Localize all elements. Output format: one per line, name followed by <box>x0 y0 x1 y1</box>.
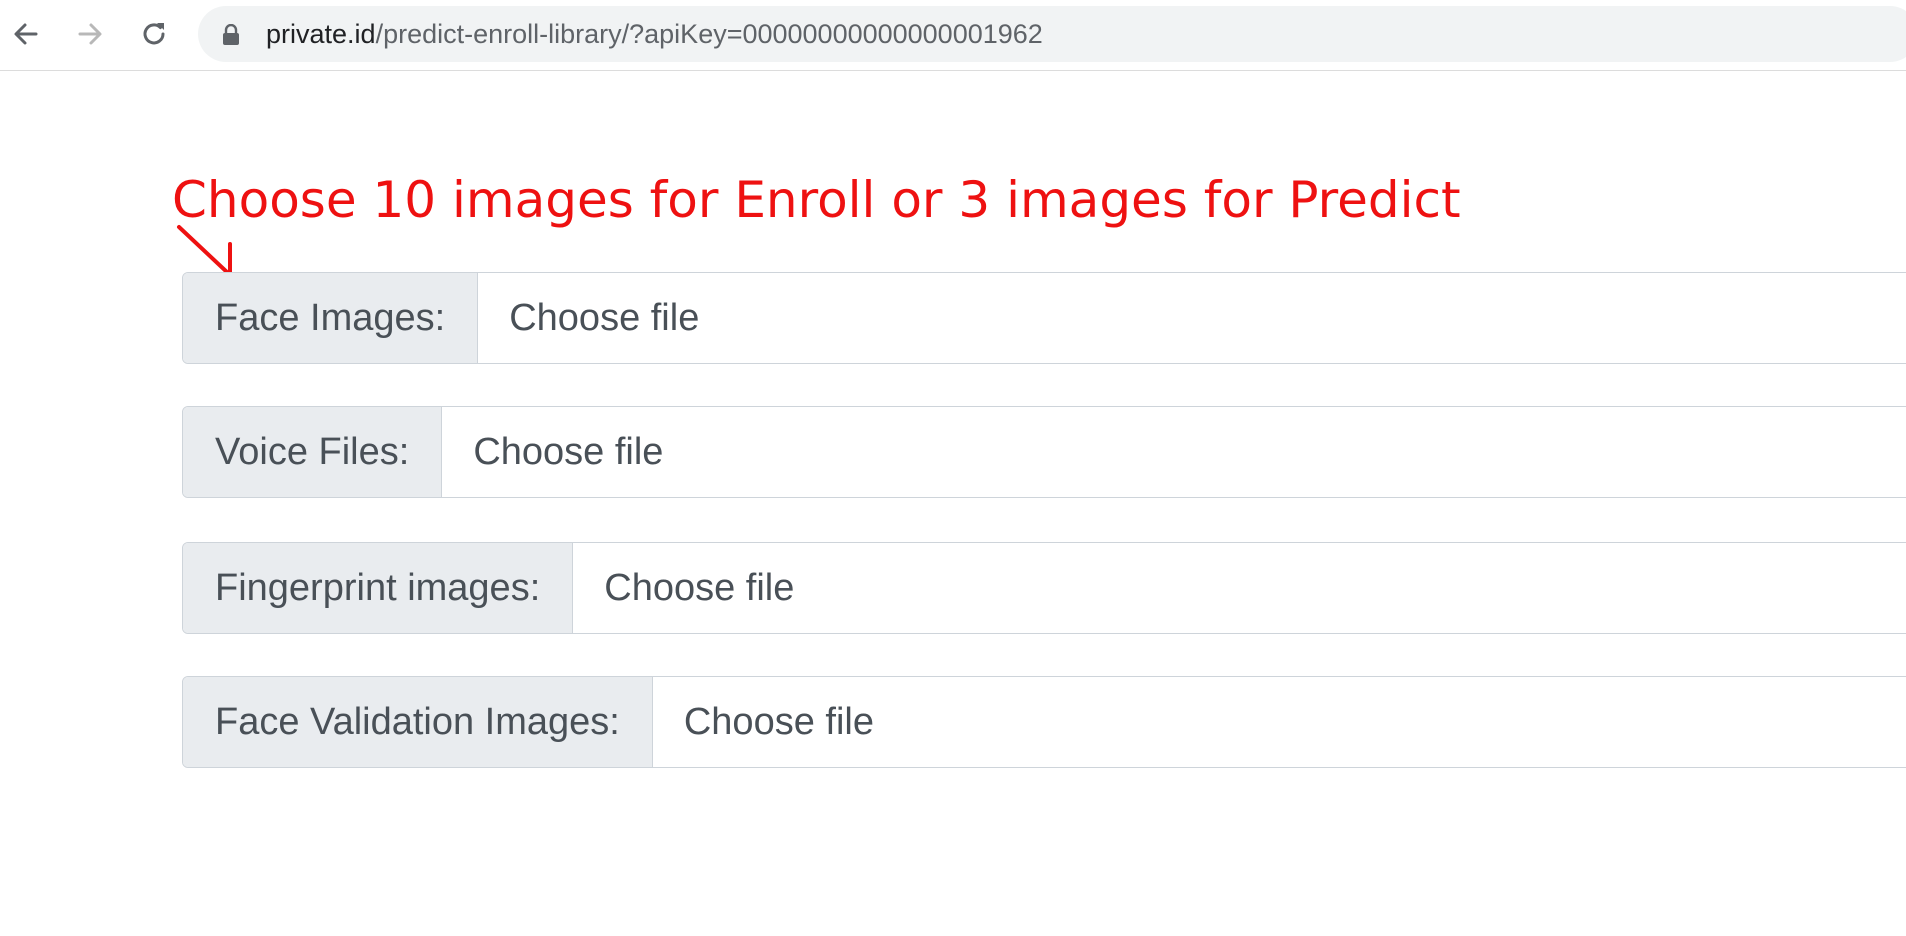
face-validation-images-group: Face Validation Images: Choose file <box>182 676 1906 768</box>
face-validation-images-label: Face Validation Images: <box>183 677 653 767</box>
face-images-group: Face Images: Choose file <box>182 272 1906 364</box>
lock-icon <box>223 24 239 45</box>
arrow-right-icon <box>78 23 102 45</box>
url-host: private.id <box>266 19 376 49</box>
fingerprint-images-file-input[interactable]: Choose file <box>573 543 1906 633</box>
voice-files-group: Voice Files: Choose file <box>182 406 1906 498</box>
forward-button[interactable] <box>70 14 110 54</box>
voice-files-file-input[interactable]: Choose file <box>442 407 1906 497</box>
back-button[interactable] <box>6 14 46 54</box>
annotation-instruction: Choose 10 images for Enroll or 3 images … <box>172 171 1461 229</box>
url-path: /predict-enroll-library/?apiKey=00000000… <box>375 19 1043 49</box>
address-bar[interactable]: private.id/predict-enroll-library/?apiKe… <box>198 6 1906 62</box>
face-validation-images-file-input[interactable]: Choose file <box>652 677 1906 767</box>
fingerprint-images-label: Fingerprint images: <box>183 543 574 633</box>
fingerprint-images-group: Fingerprint images: Choose file <box>182 542 1906 634</box>
browser-toolbar: private.id/predict-enroll-library/?apiKe… <box>0 0 1906 71</box>
voice-files-label: Voice Files: <box>183 407 443 497</box>
reload-button[interactable] <box>134 14 174 54</box>
reload-icon <box>143 23 165 45</box>
face-images-file-input[interactable]: Choose file <box>478 273 1906 363</box>
url-text[interactable]: private.id/predict-enroll-library/?apiKe… <box>266 20 1043 48</box>
face-images-label: Face Images: <box>183 273 479 363</box>
arrow-left-icon <box>14 23 38 45</box>
